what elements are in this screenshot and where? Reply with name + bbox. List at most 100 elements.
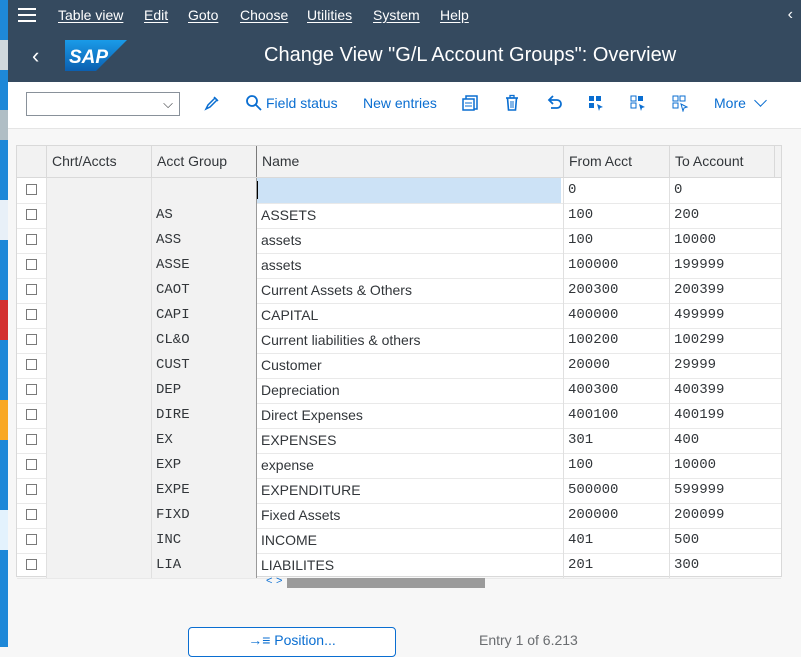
cell-name[interactable]: LIABILITES	[256, 553, 563, 578]
cell-name[interactable]: EXPENDITURE	[256, 478, 563, 503]
cell-name[interactable]: Current Assets & Others	[256, 278, 563, 303]
cell-from-account[interactable]: 400000	[563, 303, 669, 328]
cell-name[interactable]: INCOME	[256, 528, 563, 553]
table-row[interactable]: CL&O Current liabilities & others 100200 10…	[17, 328, 781, 354]
table-row[interactable]: DIRE Direct Expenses 400100 400199	[17, 403, 781, 429]
cell-name[interactable]: assets	[256, 253, 563, 278]
menu-utilities[interactable]: Utilities	[307, 7, 352, 23]
row-select-checkbox[interactable]	[26, 459, 37, 470]
row-select-checkbox[interactable]	[26, 234, 37, 245]
menu-help[interactable]: Help	[440, 7, 469, 23]
row-select-checkbox[interactable]	[26, 259, 37, 270]
horizontal-scrollbar[interactable]: < >	[265, 575, 781, 588]
col-header-name[interactable]: Name	[256, 146, 563, 177]
copy-icon[interactable]	[461, 94, 479, 112]
row-select-checkbox[interactable]	[26, 409, 37, 420]
cell-from-account[interactable]: 200000	[563, 503, 669, 528]
cell-to-account[interactable]: 199999	[669, 253, 775, 278]
scroll-right-icon[interactable]: >	[276, 575, 282, 587]
table-row[interactable]: EXP expense 100 10000	[17, 453, 781, 479]
row-select-checkbox[interactable]	[26, 359, 37, 370]
cell-to-account[interactable]: 29999	[669, 353, 775, 378]
cell-from-account[interactable]: 200300	[563, 278, 669, 303]
row-select-checkbox[interactable]	[26, 284, 37, 295]
cell-from-account[interactable]: 0	[563, 178, 669, 203]
select-block-icon[interactable]	[629, 94, 647, 112]
col-header-account-group[interactable]: Acct Group	[151, 146, 256, 177]
row-select-checkbox[interactable]	[26, 484, 37, 495]
row-select-checkbox[interactable]	[26, 184, 37, 195]
cell-to-account[interactable]: 500	[669, 528, 775, 553]
row-select-checkbox[interactable]	[26, 209, 37, 220]
cell-from-account[interactable]: 100	[563, 203, 669, 228]
row-select-checkbox[interactable]	[26, 559, 37, 570]
edit-pen-icon[interactable]	[203, 94, 221, 112]
hamburger-menu-icon[interactable]	[18, 8, 36, 22]
scroll-left-icon[interactable]: <	[266, 575, 272, 587]
cell-to-account[interactable]: 300	[669, 553, 775, 578]
cell-to-account[interactable]: 10000	[669, 228, 775, 253]
cell-name[interactable]: Current liabilities & others	[256, 328, 563, 353]
cell-from-account[interactable]: 400300	[563, 378, 669, 403]
cell-from-account[interactable]: 201	[563, 553, 669, 578]
table-row[interactable]: CAPI CAPITAL 400000 499999	[17, 303, 781, 329]
cell-from-account[interactable]: 301	[563, 428, 669, 453]
scrollbar-thumb[interactable]	[287, 578, 485, 588]
row-select-checkbox[interactable]	[26, 509, 37, 520]
delete-trash-icon[interactable]	[503, 94, 521, 112]
row-select-checkbox[interactable]	[26, 334, 37, 345]
cell-name[interactable]: assets	[256, 228, 563, 253]
undo-icon[interactable]	[545, 94, 563, 112]
table-row[interactable]: FIXD Fixed Assets 200000 200099	[17, 503, 781, 529]
table-row[interactable]: LIA LIABILITES 201 300	[17, 553, 781, 579]
table-row[interactable]: 00	[17, 178, 781, 204]
col-header-from-account[interactable]: From Acct	[563, 146, 669, 177]
cell-to-account[interactable]: 400199	[669, 403, 775, 428]
col-header-chart-of-accounts[interactable]: Chrt/Accts	[46, 146, 151, 177]
position-button[interactable]: →≡ Position...	[188, 627, 396, 657]
view-dropdown[interactable]: ⌵	[26, 92, 180, 116]
menu-system[interactable]: System	[373, 7, 420, 23]
cell-to-account[interactable]: 10000	[669, 453, 775, 478]
cell-name[interactable]: Depreciation	[256, 378, 563, 403]
table-row[interactable]: ASSE assets 100000 199999	[17, 253, 781, 279]
cell-from-account[interactable]: 100200	[563, 328, 669, 353]
back-arrow-icon[interactable]: ‹	[32, 43, 39, 69]
cell-name[interactable]	[256, 178, 561, 203]
table-row[interactable]: CAOT Current Assets & Others 200300 200399	[17, 278, 781, 304]
cell-name[interactable]: Direct Expenses	[256, 403, 563, 428]
table-row[interactable]: AS ASSETS 100 200	[17, 203, 781, 229]
cell-to-account[interactable]: 0	[669, 178, 775, 203]
field-status-button[interactable]: Field status	[266, 95, 338, 111]
cell-from-account[interactable]: 500000	[563, 478, 669, 503]
cell-name[interactable]: expense	[256, 453, 563, 478]
cell-from-account[interactable]: 400100	[563, 403, 669, 428]
cell-name[interactable]: EXPENSES	[256, 428, 563, 453]
cell-name[interactable]: Fixed Assets	[256, 503, 563, 528]
cell-from-account[interactable]: 20000	[563, 353, 669, 378]
cell-name[interactable]: ASSETS	[256, 203, 563, 228]
cell-name[interactable]: CAPITAL	[256, 303, 563, 328]
cell-to-account[interactable]: 200	[669, 203, 775, 228]
cell-to-account[interactable]: 200399	[669, 278, 775, 303]
table-row[interactable]: DEP Depreciation 400300 400399	[17, 378, 781, 404]
cell-name[interactable]: Customer	[256, 353, 563, 378]
table-row[interactable]: ASS assets 100 10000	[17, 228, 781, 254]
cell-from-account[interactable]: 100000	[563, 253, 669, 278]
col-header-to-account[interactable]: To Account	[669, 146, 775, 177]
cell-from-account[interactable]: 100	[563, 228, 669, 253]
new-entries-button[interactable]: New entries	[363, 95, 437, 111]
cell-to-account[interactable]: 499999	[669, 303, 775, 328]
cell-to-account[interactable]: 200099	[669, 503, 775, 528]
cell-to-account[interactable]: 400	[669, 428, 775, 453]
menu-edit[interactable]: Edit	[144, 7, 168, 23]
search-icon[interactable]	[245, 94, 263, 112]
row-select-checkbox[interactable]	[26, 384, 37, 395]
row-select-checkbox[interactable]	[26, 534, 37, 545]
cell-from-account[interactable]: 100	[563, 453, 669, 478]
cell-from-account[interactable]: 401	[563, 528, 669, 553]
row-select-checkbox[interactable]	[26, 309, 37, 320]
row-select-checkbox[interactable]	[26, 434, 37, 445]
select-all-icon[interactable]	[587, 94, 605, 112]
menu-choose[interactable]: Choose	[240, 7, 288, 23]
